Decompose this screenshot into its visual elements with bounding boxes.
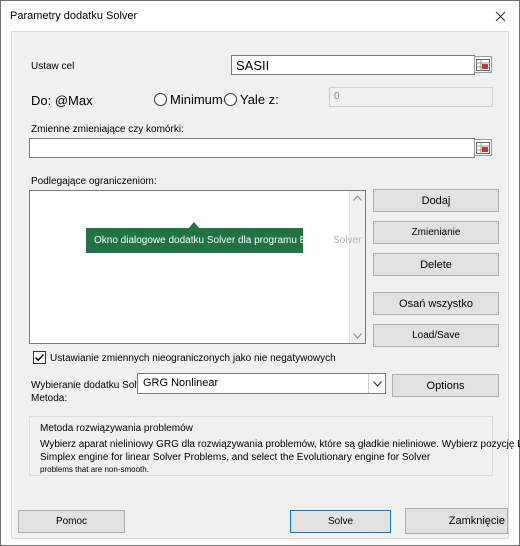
solver-tooltip: Okno dialogowe dodatku Solver dla progra… bbox=[86, 228, 303, 253]
close-icon bbox=[495, 11, 505, 21]
solving-method-group: Metoda rozwiązywania problemów Wybierz a… bbox=[29, 416, 520, 476]
change-button[interactable]: Zmienianie bbox=[373, 221, 499, 244]
help-button[interactable]: Pomoc bbox=[18, 510, 125, 533]
reset-all-button[interactable]: Osań wszystko bbox=[373, 292, 499, 315]
objective-input[interactable]: SASII bbox=[231, 55, 475, 75]
method-label-line2: Metoda: bbox=[31, 393, 68, 404]
value-of-value: 0 bbox=[334, 91, 340, 102]
dialog-body: Ustaw cel SASII Do: @Max Minimum Yale z:… bbox=[11, 31, 520, 539]
minimum-radio[interactable] bbox=[154, 93, 167, 106]
changing-cells-input[interactable] bbox=[29, 138, 475, 158]
constraints-label: Podlegające ograniczeniom: bbox=[31, 176, 157, 187]
value-of-label: Yale z: bbox=[240, 92, 279, 107]
changing-cells-label: Zmienne zmieniające czy komórki: bbox=[31, 124, 184, 135]
description-line3: problems that are non-smooth. bbox=[40, 465, 149, 474]
delete-button[interactable]: Delete bbox=[373, 253, 499, 276]
add-button[interactable]: Dodaj bbox=[373, 189, 499, 212]
solving-method-value: GRG Nonlinear bbox=[143, 377, 219, 389]
solving-method-select[interactable]: GRG Nonlinear bbox=[137, 373, 386, 394]
to-max-label: Do: @Max bbox=[31, 93, 93, 108]
objective-value: SASII bbox=[236, 58, 270, 73]
objective-label: Ustaw cel bbox=[31, 61, 75, 72]
window-title: Parametry dodatku Solver bbox=[10, 10, 138, 22]
close-button[interactable]: Zamknięcie bbox=[405, 508, 508, 534]
tooltip-text: Okno dialogowe dodatku Solver dla progra… bbox=[94, 235, 303, 246]
solve-button[interactable]: Solve bbox=[290, 510, 391, 533]
minimum-label: Minimum bbox=[170, 92, 223, 107]
value-of-radio[interactable] bbox=[224, 93, 237, 106]
options-button[interactable]: Options bbox=[392, 374, 499, 397]
solver-dialog: Parametry dodatku Solver Ustaw cel SASII… bbox=[0, 0, 520, 546]
unconstrained-checkbox[interactable] bbox=[33, 351, 46, 364]
load-save-button[interactable]: Load/Save bbox=[373, 324, 499, 347]
close-window-button[interactable] bbox=[487, 4, 513, 28]
constraints-scrollbar[interactable] bbox=[349, 191, 365, 343]
value-of-input[interactable]: 0 bbox=[329, 87, 493, 107]
tooltip-ghost-text: Solver bbox=[333, 235, 362, 246]
constraints-list[interactable] bbox=[29, 190, 366, 344]
unconstrained-label: Ustawianie zmiennych nieograniczonych ja… bbox=[50, 353, 336, 364]
changing-cells-ref-button[interactable] bbox=[474, 139, 492, 156]
description-line1: Wybierz aparat nieliniowy GRG dla rozwią… bbox=[40, 439, 520, 450]
range-selector-icon bbox=[476, 58, 490, 71]
scroll-up-icon[interactable] bbox=[353, 195, 362, 201]
description-line2: Simplex engine for linear Solver Problem… bbox=[40, 452, 431, 463]
checkmark-icon bbox=[35, 354, 45, 362]
solving-method-dropdown[interactable] bbox=[368, 374, 385, 393]
description-title: Metoda rozwiązywania problemów bbox=[40, 423, 193, 434]
objective-ref-button[interactable] bbox=[474, 56, 492, 73]
range-selector-icon bbox=[476, 141, 490, 154]
chevron-down-icon bbox=[372, 380, 382, 387]
method-label-line1: Wybieranie dodatku Solver bbox=[31, 380, 151, 391]
title-bar: Parametry dodatku Solver bbox=[1, 1, 519, 31]
scroll-down-icon[interactable] bbox=[353, 333, 362, 339]
